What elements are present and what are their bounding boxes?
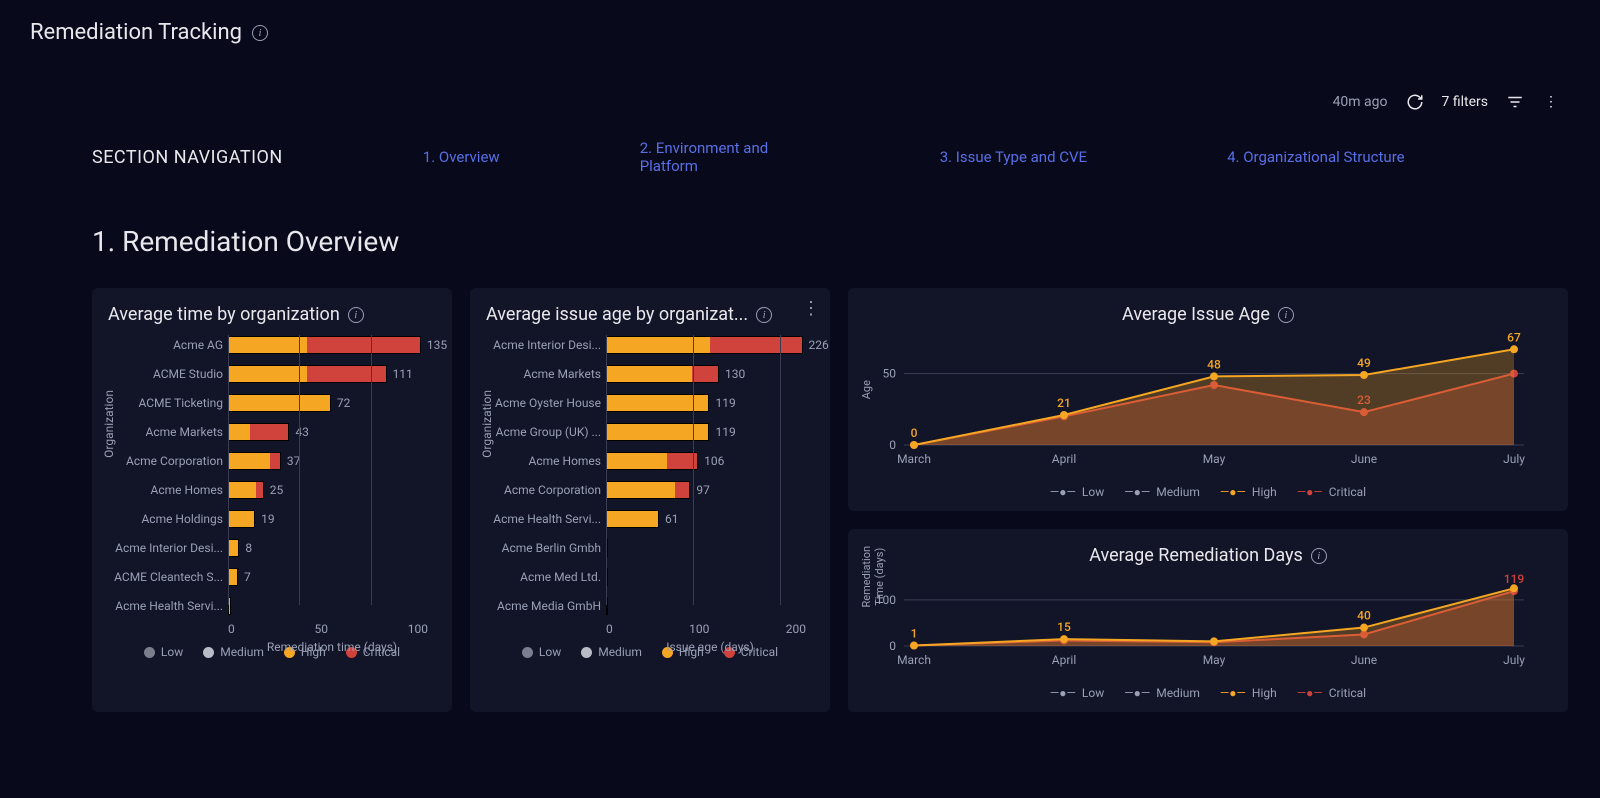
- section-nav-label: SECTION NAVIGATION: [92, 147, 283, 168]
- svg-text:40: 40: [1357, 609, 1371, 623]
- svg-text:67: 67: [1507, 330, 1521, 344]
- info-icon[interactable]: i: [252, 25, 268, 41]
- y-axis-label: Age: [860, 380, 873, 399]
- info-icon[interactable]: i: [756, 307, 772, 323]
- legend-medium: Medium: [1156, 485, 1200, 499]
- legend-critical: Critical: [1329, 485, 1366, 499]
- section-heading: 1. Remediation Overview: [0, 205, 1600, 288]
- svg-text:48: 48: [1207, 357, 1221, 371]
- svg-text:March: March: [897, 452, 931, 466]
- svg-text:March: March: [897, 653, 931, 667]
- svg-text:July: July: [1503, 452, 1525, 466]
- page-header: Remediation Tracking i: [0, 0, 1600, 53]
- legend-low: Low: [1082, 485, 1104, 499]
- svg-text:June: June: [1351, 653, 1377, 667]
- chart-bar2: Organization Acme Interior Desi...226Acm…: [486, 335, 814, 635]
- chart-line1: Age 050MarchAprilMayJuneJuly23021484967: [864, 335, 1552, 475]
- svg-text:April: April: [1052, 452, 1076, 466]
- legend-high: High: [1252, 485, 1277, 499]
- nav-overview[interactable]: 1. Overview: [423, 148, 500, 166]
- svg-text:0: 0: [889, 639, 896, 653]
- svg-text:1: 1: [911, 627, 918, 641]
- card-title: Average Remediation Days: [1089, 545, 1303, 566]
- card-title: Average issue age by organizat...: [486, 304, 748, 325]
- filters-label[interactable]: 7 filters: [1442, 94, 1488, 110]
- info-icon[interactable]: i: [1311, 548, 1327, 564]
- legend-low: Low: [1082, 686, 1104, 700]
- legend-low: Low: [161, 645, 183, 659]
- svg-text:119: 119: [1504, 572, 1525, 586]
- nav-issue-type[interactable]: 3. Issue Type and CVE: [940, 148, 1087, 166]
- svg-text:0: 0: [911, 426, 918, 440]
- chart-bar1: Organization Acme AG135ACME Studio111ACM…: [108, 335, 436, 635]
- legend-medium: Medium: [1156, 686, 1200, 700]
- svg-text:May: May: [1203, 452, 1226, 466]
- card-title: Average Issue Age: [1122, 304, 1270, 325]
- card-avg-time-by-org: Average time by organization i Organizat…: [92, 288, 452, 712]
- svg-text:50: 50: [883, 367, 897, 381]
- nav-org-structure[interactable]: 4. Organizational Structure: [1227, 148, 1405, 166]
- legend-low: Low: [539, 645, 561, 659]
- legend: —●— Low —●— Medium —●— High —●— Critical: [864, 686, 1552, 700]
- svg-text:49: 49: [1357, 356, 1371, 370]
- refresh-icon[interactable]: [1406, 93, 1424, 111]
- svg-text:June: June: [1351, 452, 1377, 466]
- card-avg-remediation-days: Average Remediation Days i Remediation T…: [848, 529, 1568, 712]
- info-icon[interactable]: i: [1278, 307, 1294, 323]
- filter-icon[interactable]: [1506, 93, 1524, 111]
- svg-text:May: May: [1203, 653, 1226, 667]
- legend-critical: Critical: [1329, 686, 1366, 700]
- card-avg-issue-age-by-org: ⋮ Average issue age by organizat... i Or…: [470, 288, 830, 712]
- svg-text:15: 15: [1057, 620, 1071, 634]
- section-navigation: SECTION NAVIGATION 1. Overview 2. Enviro…: [0, 127, 1600, 205]
- svg-text:0: 0: [889, 438, 896, 452]
- page-title: Remediation Tracking: [30, 20, 242, 45]
- chart-line2: Remediation Time (days) 0100MarchAprilMa…: [864, 576, 1552, 676]
- legend: —●— Low —●— Medium —●— High —●— Critical: [864, 485, 1552, 499]
- svg-text:21: 21: [1057, 396, 1071, 410]
- card-menu-icon[interactable]: ⋮: [802, 298, 820, 319]
- more-icon[interactable]: ⋮: [1542, 93, 1560, 111]
- toolbar: 40m ago 7 filters ⋮: [0, 53, 1600, 127]
- y-axis-label: Remediation Time (days): [860, 546, 886, 608]
- last-refresh-age: 40m ago: [1333, 94, 1388, 110]
- card-avg-issue-age: Average Issue Age i Age 0 50 March April May…: [848, 288, 1568, 511]
- info-icon[interactable]: i: [348, 307, 364, 323]
- svg-text:April: April: [1052, 653, 1076, 667]
- legend-high: High: [1252, 686, 1277, 700]
- nav-environment[interactable]: 2. Environment and Platform: [640, 139, 800, 175]
- svg-text:July: July: [1503, 653, 1525, 667]
- card-title: Average time by organization: [108, 304, 340, 325]
